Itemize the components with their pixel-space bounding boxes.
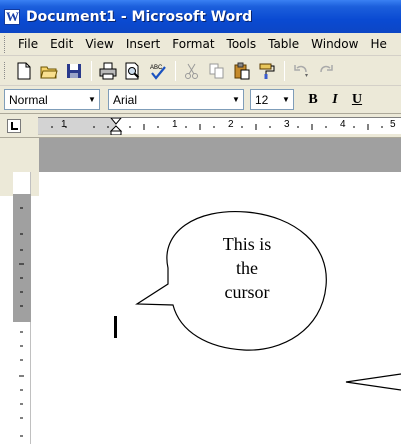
- callout-line: This is: [222, 234, 272, 254]
- callout-text: This is the cursor: [183, 232, 311, 304]
- callout-graphics: [135, 210, 401, 391]
- second-callout-pointer: [345, 373, 401, 391]
- text-cursor: [114, 316, 117, 338]
- callout-line: the: [236, 258, 258, 278]
- callout-line: cursor: [224, 282, 270, 302]
